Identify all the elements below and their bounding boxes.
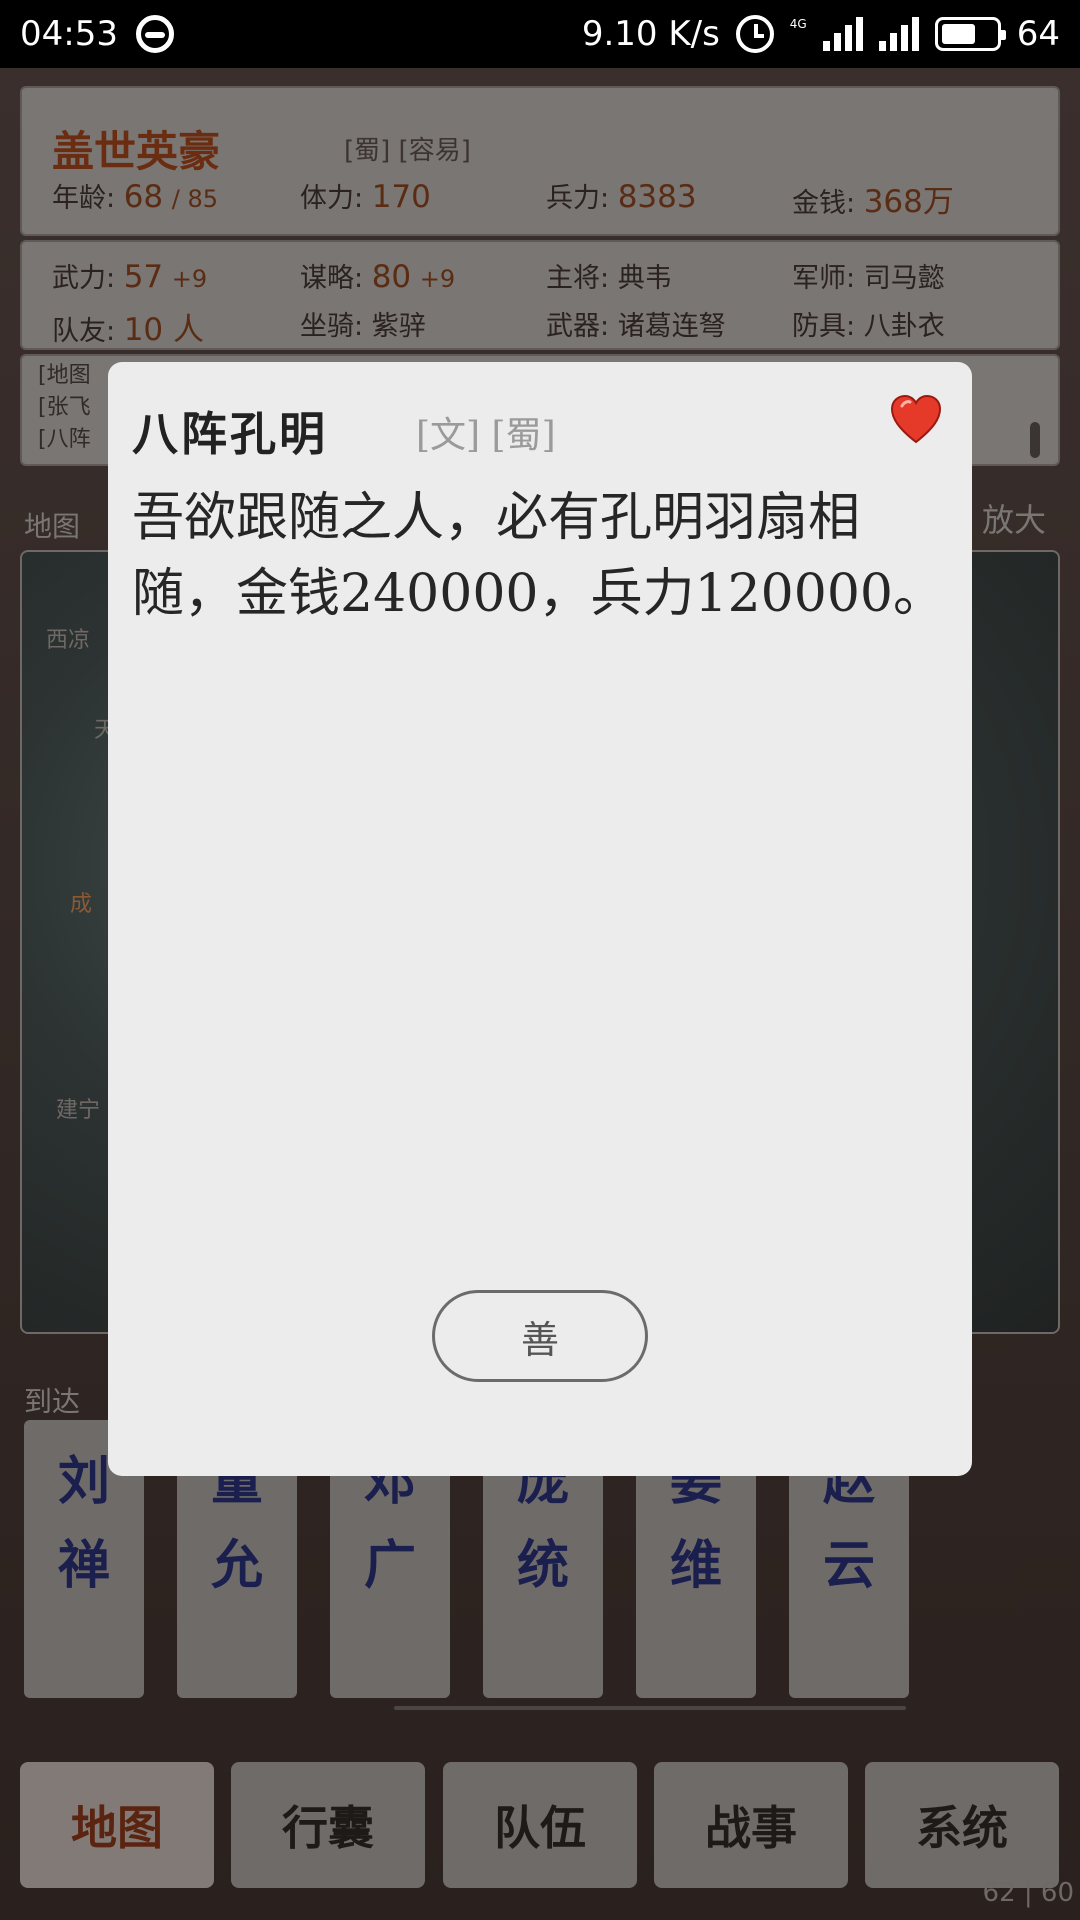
armor-value: 八卦衣 xyxy=(863,311,945,342)
character-name-bottom: 允 xyxy=(210,1535,263,1596)
armor-label: 防具: xyxy=(792,311,856,342)
character-name-top: 刘 xyxy=(57,1451,110,1512)
arrive-label: 到达 xyxy=(24,1385,81,1418)
heart-icon[interactable] xyxy=(888,392,944,448)
age-stat: 年龄: 68 / 85 xyxy=(52,176,218,215)
map-city[interactable]: 建宁 xyxy=(56,1092,100,1124)
weapon-value: 诸葛连弩 xyxy=(617,311,726,342)
map-section-label: 地图 xyxy=(24,510,81,543)
strategy-value: 80 xyxy=(371,259,412,295)
team-stat: 队友: 10 人 xyxy=(52,304,204,349)
advisor-label: 军师: xyxy=(792,263,856,294)
wifi-signal-icon xyxy=(878,17,919,51)
force-bonus: +9 xyxy=(171,265,208,293)
general-value: 典韦 xyxy=(617,263,672,294)
mount-value: 紫骍 xyxy=(371,311,426,342)
log-scrollbar[interactable] xyxy=(1030,422,1040,458)
hero-panel: 盖世英豪 [蜀] [容易] 年龄: 68 / 85 体力: 170 兵力: 83… xyxy=(20,86,1060,236)
troops-value: 8383 xyxy=(617,179,697,215)
stamina-label: 体力: xyxy=(300,183,364,214)
age-max: / 85 xyxy=(171,185,219,213)
strategy-bonus: +9 xyxy=(419,265,456,293)
hero-tags: [蜀] [容易] xyxy=(344,136,471,166)
general-stat: 主将: 典韦 xyxy=(546,256,672,295)
confirm-button[interactable]: 善 xyxy=(432,1290,648,1382)
recruit-dialog: 八阵孔明 [文] [蜀] 吾欲跟随之人，必有孔明羽扇相随，金钱240000，兵力… xyxy=(108,362,972,1476)
attributes-panel: 武力: 57 +9 谋略: 80 +9 主将: 典韦 军师: 司马懿 队友: 1… xyxy=(20,240,1060,350)
mount-stat: 坐骑: 紫骍 xyxy=(300,304,426,343)
battery-icon xyxy=(934,17,1006,51)
mount-label: 坐骑: xyxy=(300,311,364,342)
dialog-tags: [文] [蜀] xyxy=(416,415,556,456)
status-time: 04:53 xyxy=(20,14,118,54)
weapon-label: 武器: xyxy=(546,311,610,342)
troops-label: 兵力: xyxy=(546,183,610,214)
team-value: 10 人 xyxy=(123,312,205,348)
age-value: 68 xyxy=(123,179,164,215)
money-label: 金钱: xyxy=(792,188,856,219)
force-value: 57 xyxy=(123,259,164,295)
alarm-icon xyxy=(735,15,774,53)
character-name-bottom: 云 xyxy=(822,1535,875,1596)
status-bar: 04:53 9.10 K/s 4G 64 xyxy=(0,0,1080,68)
character-name-bottom: 禅 xyxy=(57,1535,110,1596)
network-type: 4G xyxy=(789,17,807,31)
nav-system-button[interactable]: 系统 xyxy=(865,1762,1059,1888)
force-stat: 武力: 57 +9 xyxy=(52,256,207,295)
dialog-message: 吾欲跟随之人，必有孔明羽扇相随，金钱240000，兵力120000。 xyxy=(132,488,946,624)
money-stat: 金钱: 368万 xyxy=(792,176,954,221)
nav-map-button[interactable]: 地图 xyxy=(20,1762,214,1888)
map-city[interactable]: 成 xyxy=(70,886,92,918)
dialog-title: 八阵孔明 xyxy=(132,407,328,461)
character-name-bottom: 广 xyxy=(363,1535,416,1596)
strategy-label: 谋略: xyxy=(300,263,364,294)
team-label: 队友: xyxy=(52,316,116,347)
net-speed: 9.10 K/s xyxy=(581,14,720,54)
zoom-button[interactable]: 放大 xyxy=(982,495,1046,541)
general-label: 主将: xyxy=(546,263,610,294)
character-name-bottom: 维 xyxy=(669,1535,722,1596)
troops-stat: 兵力: 8383 xyxy=(546,176,697,215)
advisor-value: 司马懿 xyxy=(863,263,945,294)
battery-level: 64 xyxy=(1016,14,1060,54)
strategy-stat: 谋略: 80 +9 xyxy=(300,256,455,295)
hero-name: 盖世英豪 xyxy=(52,127,221,176)
stamina-stat: 体力: 170 xyxy=(300,176,431,215)
mobile-signal-icon xyxy=(822,17,863,51)
nav-team-button[interactable]: 队伍 xyxy=(443,1762,637,1888)
map-city[interactable]: 西凉 xyxy=(46,622,90,654)
stamina-value: 170 xyxy=(371,179,431,215)
weapon-stat: 武器: 诸葛连弩 xyxy=(546,304,726,343)
character-scrollbar[interactable] xyxy=(394,1706,906,1710)
fps-counter: 62 | 60 xyxy=(982,1878,1074,1908)
force-label: 武力: xyxy=(52,263,116,294)
nav-battle-button[interactable]: 战事 xyxy=(654,1762,848,1888)
age-label: 年龄: xyxy=(52,183,116,214)
nav-bag-button[interactable]: 行囊 xyxy=(231,1762,425,1888)
money-value: 368万 xyxy=(863,184,954,220)
app-notification-icon xyxy=(135,15,174,53)
advisor-stat: 军师: 司马懿 xyxy=(792,256,945,295)
character-name-bottom: 统 xyxy=(516,1535,569,1596)
armor-stat: 防具: 八卦衣 xyxy=(792,304,945,343)
